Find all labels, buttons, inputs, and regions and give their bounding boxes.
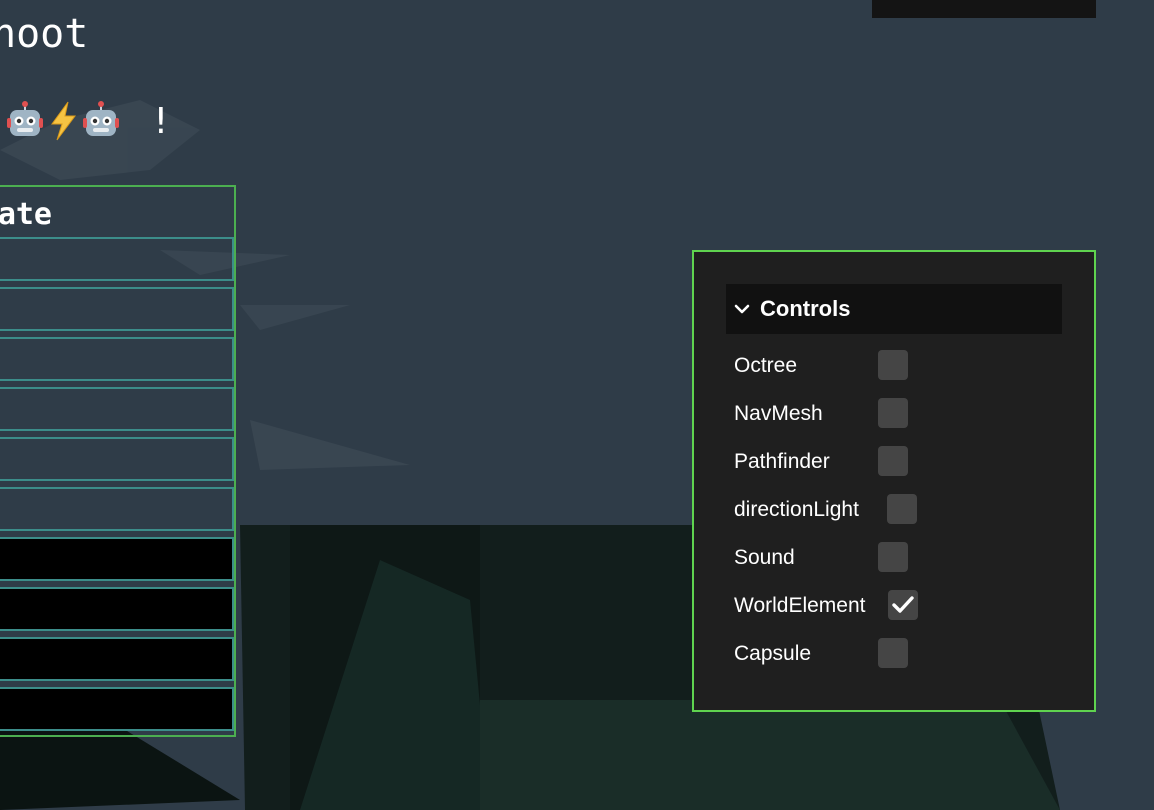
control-label: Sound — [734, 546, 795, 570]
directionlight-checkbox[interactable] — [887, 494, 917, 524]
control-label: Capsule — [734, 642, 811, 666]
sound-checkbox[interactable] — [878, 542, 908, 572]
exclamation-mark: ! — [150, 101, 172, 142]
navmesh-checkbox[interactable] — [878, 398, 908, 428]
chevron-down-icon — [734, 301, 750, 317]
checkmark-icon — [892, 595, 914, 615]
control-label: directionLight — [734, 498, 859, 522]
octree-checkbox[interactable] — [878, 350, 908, 380]
control-row-directionlight: directionLight — [734, 492, 1054, 532]
control-label: WorldElement — [734, 594, 866, 618]
game-title: hoot — [0, 8, 88, 60]
state-row[interactable] — [0, 537, 234, 581]
state-row[interactable] — [0, 287, 234, 331]
controls-panel: Controls Octree NavMesh Pathfinder direc… — [692, 250, 1096, 712]
state-panel: ate — [0, 185, 236, 737]
control-label: Pathfinder — [734, 450, 830, 474]
worldelement-checkbox[interactable] — [888, 590, 918, 620]
control-row-octree: Octree — [734, 348, 1054, 388]
lightning-bolt-icon — [44, 100, 82, 142]
control-row-navmesh: NavMesh — [734, 396, 1054, 436]
control-row-capsule: Capsule — [734, 636, 1054, 676]
state-row[interactable] — [0, 237, 234, 281]
control-row-sound: Sound — [734, 540, 1054, 580]
state-row[interactable] — [0, 587, 234, 631]
control-label: NavMesh — [734, 402, 823, 426]
capsule-checkbox[interactable] — [878, 638, 908, 668]
control-row-pathfinder: Pathfinder — [734, 444, 1054, 484]
control-label: Octree — [734, 354, 797, 378]
pathfinder-checkbox[interactable] — [878, 446, 908, 476]
state-row[interactable] — [0, 637, 234, 681]
state-row[interactable] — [0, 437, 234, 481]
robot-fight-banner: ! — [6, 96, 172, 146]
state-row[interactable] — [0, 387, 234, 431]
state-row[interactable] — [0, 337, 234, 381]
state-row[interactable] — [0, 487, 234, 531]
robot-face-icon — [82, 100, 120, 142]
controls-title: Controls — [760, 296, 850, 322]
control-row-worldelement: WorldElement — [734, 588, 1054, 628]
controls-folder-header[interactable]: Controls — [726, 284, 1062, 334]
state-row[interactable] — [0, 687, 234, 731]
robot-face-icon — [6, 100, 44, 142]
top-bar — [872, 0, 1096, 18]
state-panel-title: ate — [0, 197, 52, 233]
